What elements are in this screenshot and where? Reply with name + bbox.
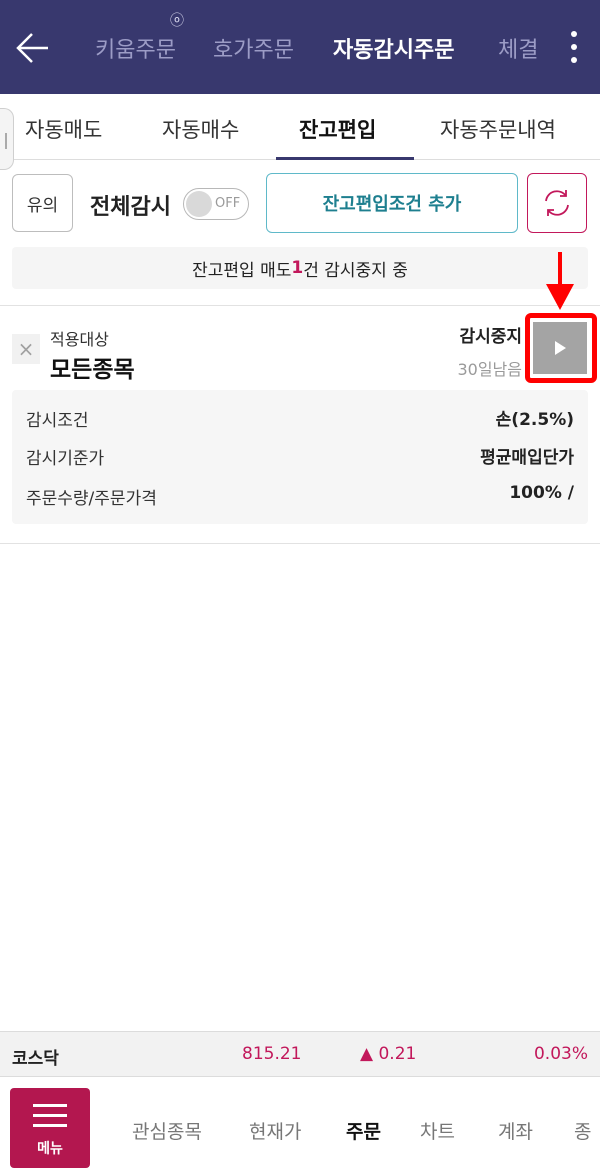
notice-prefix: 잔고편입 매도: [192, 260, 292, 281]
market-index-bar[interactable]: 코스닥 815.21 ▲ 0.21 0.03%: [0, 1031, 600, 1077]
toggle-knob: [186, 191, 212, 217]
more-options-icon[interactable]: [566, 28, 582, 68]
index-name: 코스닥: [12, 1049, 59, 1069]
sub-tab-bar: 자동매도 자동매수 잔고편입 자동주문내역: [0, 94, 600, 160]
detail-row: 감시기준가 평균매입단가: [12, 440, 588, 470]
divider: [0, 305, 600, 306]
close-icon: ×: [17, 337, 35, 361]
tab-execution[interactable]: 체결: [498, 32, 538, 64]
refresh-icon: [545, 190, 569, 216]
detail-row: 주문수량/주문가격 100% /: [12, 480, 588, 510]
detail-row: 감시조건 손(2.5%): [12, 402, 588, 432]
divider: [0, 543, 600, 544]
active-tab-indicator: [276, 157, 414, 160]
add-condition-button[interactable]: 잔고편입조건 추가: [266, 173, 518, 233]
monitoring-stopped-notice: 잔고편입 매도 1 건 감시중지 중: [12, 247, 588, 289]
days-remaining: 30일남음: [457, 360, 522, 379]
detail-key: 주문수량/주문가격: [26, 489, 157, 509]
top-header: ⓞ 키움주문 호가주문 자동감시주문 체결: [0, 0, 600, 94]
menu-button[interactable]: 메뉴: [10, 1088, 90, 1168]
detail-value: 손(2.5%): [495, 410, 574, 430]
nav-chart[interactable]: 차트: [420, 1117, 455, 1144]
kiwoom-order-icon: ⓞ: [170, 13, 184, 29]
nav-current-price[interactable]: 현재가: [249, 1117, 301, 1144]
index-price: 815.21: [242, 1044, 302, 1064]
refresh-button[interactable]: [527, 173, 587, 233]
notice-count: 1: [291, 258, 304, 278]
bottom-navigation: 메뉴 관심종목 현재가 주문 차트 계좌 종: [0, 1077, 600, 1169]
detail-key: 감시기준가: [26, 449, 105, 469]
back-arrow-icon[interactable]: [12, 28, 52, 68]
target-label: 적용대상: [50, 330, 109, 349]
subtab-auto-sell[interactable]: 자동매도: [25, 114, 102, 144]
all-monitor-toggle[interactable]: OFF: [183, 188, 249, 220]
subtab-auto-buy[interactable]: 자동매수: [162, 114, 239, 144]
delete-item-button[interactable]: ×: [12, 334, 40, 364]
red-down-arrow-icon: [546, 252, 574, 310]
hamburger-icon: [33, 1104, 67, 1134]
notice-suffix: 건 감시중지 중: [303, 260, 408, 281]
highlight-box: [525, 313, 597, 383]
target-value: 모든종목: [50, 357, 135, 383]
side-drawer-handle[interactable]: [0, 108, 14, 170]
monitor-status: 감시중지: [459, 327, 522, 347]
toggle-state-label: OFF: [215, 196, 241, 211]
condition-detail-box: 감시조건 손(2.5%) 감시기준가 평균매입단가 주문수량/주문가격 100%…: [12, 390, 588, 524]
index-rate: 0.03%: [533, 1044, 588, 1064]
nav-account[interactable]: 계좌: [498, 1117, 533, 1144]
detail-key: 감시조건: [26, 411, 89, 431]
caution-button[interactable]: 유의: [12, 174, 73, 232]
index-change: ▲ 0.21: [360, 1044, 417, 1064]
detail-value: 평균매입단가: [480, 448, 574, 468]
menu-label: 메뉴: [37, 1141, 63, 1157]
tab-auto-monitor-order[interactable]: 자동감시주문: [333, 32, 454, 64]
tab-kiwoom-order[interactable]: 키움주문: [95, 32, 176, 64]
nav-more-cut[interactable]: 종: [574, 1117, 591, 1144]
subtab-balance-inclusion[interactable]: 잔고편입: [299, 114, 376, 144]
tab-hoga-order[interactable]: 호가주문: [213, 32, 294, 64]
all-monitor-label: 전체감시: [90, 195, 171, 220]
subtab-auto-order-history[interactable]: 자동주문내역: [440, 114, 556, 144]
detail-value: 100% /: [509, 483, 574, 503]
nav-order[interactable]: 주문: [346, 1117, 381, 1144]
nav-watchlist[interactable]: 관심종목: [132, 1117, 202, 1144]
